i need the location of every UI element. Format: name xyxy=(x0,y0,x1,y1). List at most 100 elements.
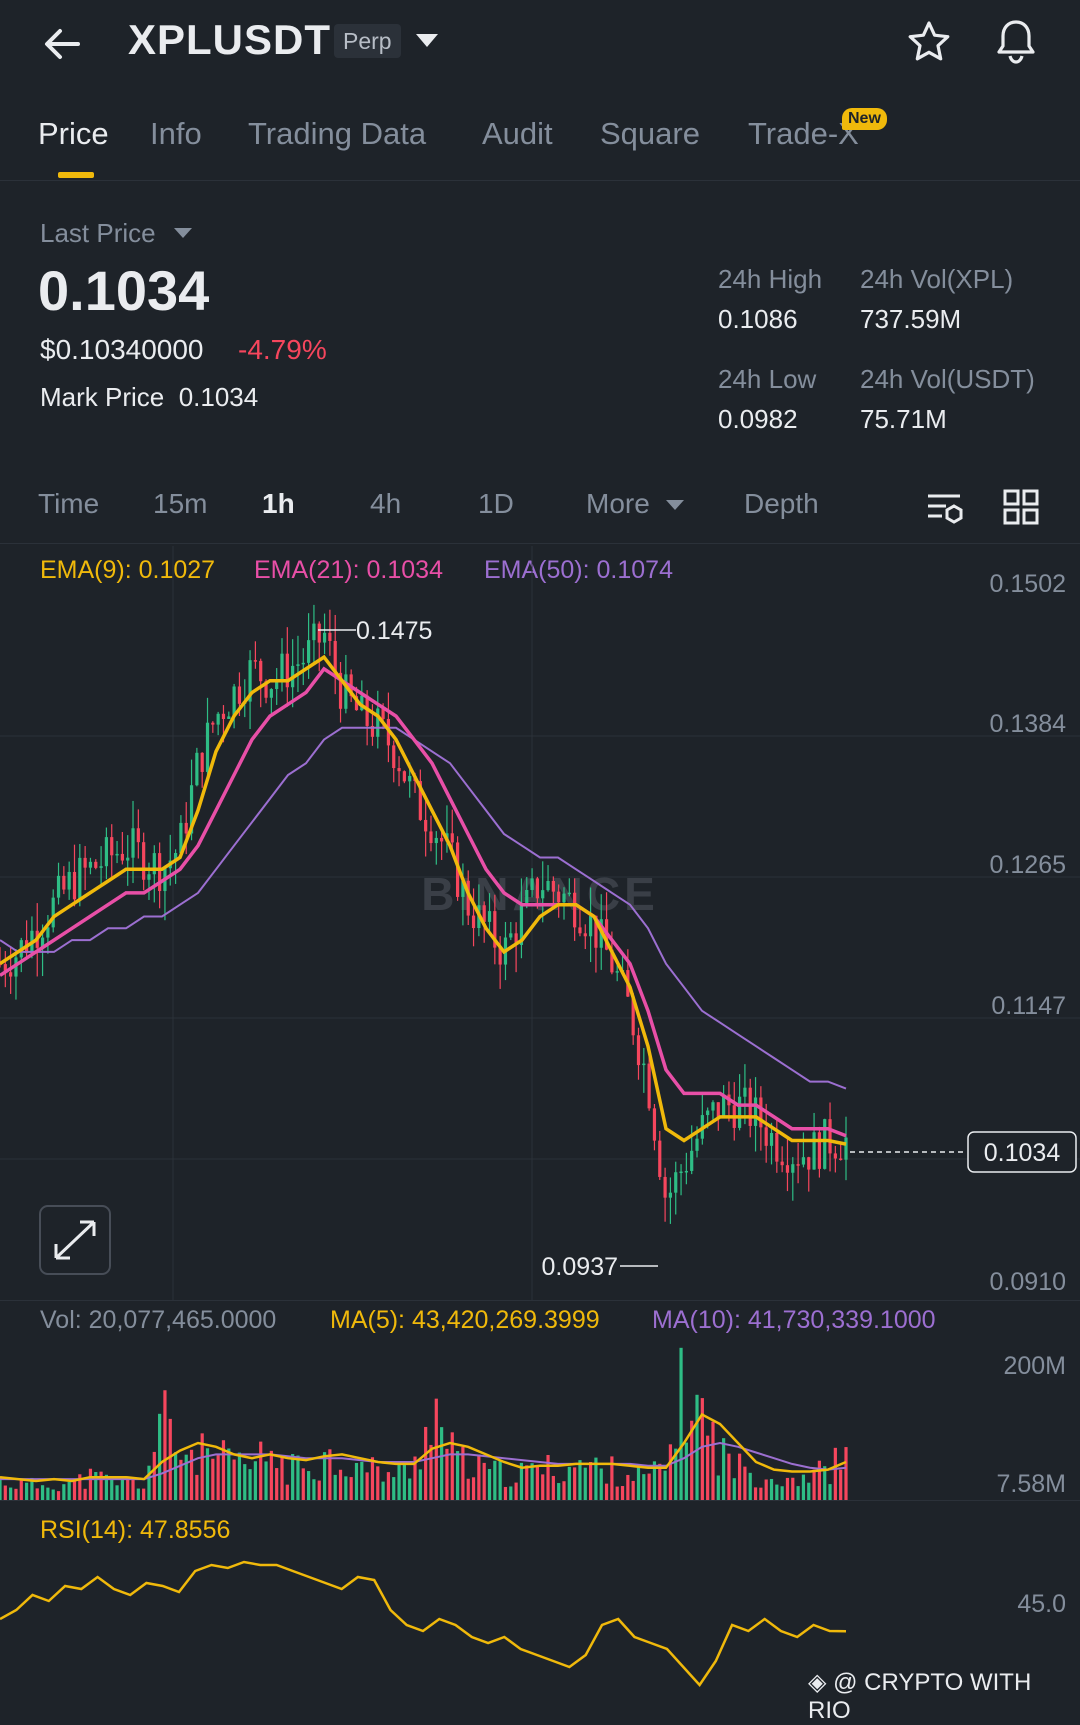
candle-body xyxy=(434,837,438,844)
candle-body xyxy=(695,1138,699,1151)
bell-icon[interactable] xyxy=(992,16,1040,66)
volume-bar xyxy=(40,1485,45,1500)
candle-body xyxy=(312,623,316,641)
chevron-down-icon[interactable] xyxy=(416,34,438,47)
volume-bar xyxy=(370,1457,375,1500)
volume-bar xyxy=(126,1479,130,1500)
volume-bar xyxy=(19,1479,23,1500)
candle-body xyxy=(562,893,566,903)
candle-body xyxy=(775,1132,779,1162)
tab-info[interactable]: Info xyxy=(150,116,202,152)
volume-bar xyxy=(604,1483,609,1500)
tab-audit[interactable]: Audit xyxy=(482,116,553,152)
candle-body xyxy=(424,819,428,832)
candle-body xyxy=(541,890,545,899)
volume-bar xyxy=(99,1471,103,1500)
candle-body xyxy=(828,1119,832,1154)
high-label: 24h High xyxy=(718,264,823,294)
interval-time[interactable]: Time xyxy=(38,488,99,520)
volume-bar xyxy=(759,1487,763,1500)
volume-bar xyxy=(626,1474,630,1500)
high-marker: 0.1475 xyxy=(356,617,432,645)
caret-down-icon[interactable] xyxy=(174,228,192,238)
candle-body xyxy=(679,1171,683,1174)
ma10-line xyxy=(0,1441,847,1481)
star-icon[interactable] xyxy=(905,18,953,66)
candle-body xyxy=(110,837,114,856)
interval-4h[interactable]: 4h xyxy=(370,488,401,520)
candle-body xyxy=(796,1164,800,1166)
volume-bar xyxy=(775,1484,779,1500)
volume-bar xyxy=(365,1472,369,1500)
interval-1h[interactable]: 1h xyxy=(262,488,295,520)
candle-body xyxy=(259,660,263,682)
last-price-tag-value: 0.1034 xyxy=(984,1139,1061,1167)
candle-body xyxy=(328,632,332,641)
back-arrow-icon[interactable] xyxy=(38,20,86,68)
tab-price[interactable]: Price xyxy=(38,116,109,152)
mark-price: Mark Price 0.1034 xyxy=(40,382,258,413)
volume-bar xyxy=(62,1484,66,1500)
candle-body xyxy=(807,1157,811,1170)
volume-bar xyxy=(360,1461,364,1500)
volume-bar xyxy=(120,1476,124,1500)
footer-credit-text: @ CRYPTO WITH RIO xyxy=(808,1669,1032,1724)
volume-bar xyxy=(115,1485,119,1500)
volume-bar xyxy=(828,1484,832,1500)
candlestick-chart[interactable]: BINANCE 0.1475 0.0937 0.1502 0.1384 0.12… xyxy=(0,546,1080,1300)
perp-badge: Perp xyxy=(334,24,401,58)
candle-body xyxy=(668,1192,673,1198)
candle-body xyxy=(227,716,231,719)
volume-bar xyxy=(434,1398,438,1500)
candle-body xyxy=(120,853,124,861)
symbol-title[interactable]: XPLUSDT xyxy=(128,16,331,64)
last-price-label[interactable]: Last Price xyxy=(40,218,156,249)
volume-bar xyxy=(535,1466,539,1500)
volume-bar xyxy=(514,1482,518,1500)
volume-bar xyxy=(620,1486,625,1500)
volume-bar xyxy=(397,1463,401,1500)
volume-bar xyxy=(322,1452,327,1500)
volume-bar xyxy=(408,1478,412,1500)
volume-bar xyxy=(599,1468,603,1500)
vol-quote-label: 24h Vol(USDT) xyxy=(860,364,1035,394)
candle-body xyxy=(136,828,140,843)
candle-body xyxy=(764,1127,768,1146)
volume-bar xyxy=(243,1464,247,1500)
usd-price: $0.10340000 xyxy=(40,334,204,365)
candle-body xyxy=(785,1165,790,1173)
volume-bar xyxy=(642,1474,646,1500)
candle-body xyxy=(51,897,55,928)
volume-bar xyxy=(9,1487,13,1500)
indicator-settings-icon[interactable] xyxy=(924,488,964,528)
candle-body xyxy=(791,1164,795,1173)
volume-bar xyxy=(503,1486,508,1500)
volume-bar xyxy=(424,1426,428,1500)
volume-bar xyxy=(583,1467,587,1500)
candle-body xyxy=(152,853,156,875)
volume-bar xyxy=(525,1465,529,1500)
candle-body xyxy=(780,1161,784,1166)
volume-bar xyxy=(67,1481,71,1500)
volume-bar xyxy=(668,1444,673,1500)
volume-bar xyxy=(333,1474,337,1500)
candle-body xyxy=(195,752,199,786)
candle-body xyxy=(471,915,476,929)
candle-body xyxy=(551,880,555,892)
interval-more[interactable]: More xyxy=(586,488,650,520)
interval-15m[interactable]: 15m xyxy=(153,488,207,520)
candle-body xyxy=(530,878,534,890)
candle-body xyxy=(392,745,396,769)
grid-layout-icon[interactable] xyxy=(1002,488,1040,526)
interval-1d[interactable]: 1D xyxy=(478,488,514,520)
tab-depth[interactable]: Depth xyxy=(744,488,819,520)
candle-body xyxy=(221,713,226,719)
volume-bar xyxy=(445,1448,449,1500)
more-caret-icon[interactable] xyxy=(666,500,684,510)
candle-body xyxy=(440,837,444,842)
volume-bar xyxy=(147,1465,151,1500)
tab-square[interactable]: Square xyxy=(600,116,700,152)
candle-body xyxy=(509,933,513,938)
volume-bar xyxy=(402,1461,406,1500)
tab-trading-data[interactable]: Trading Data xyxy=(248,116,426,152)
